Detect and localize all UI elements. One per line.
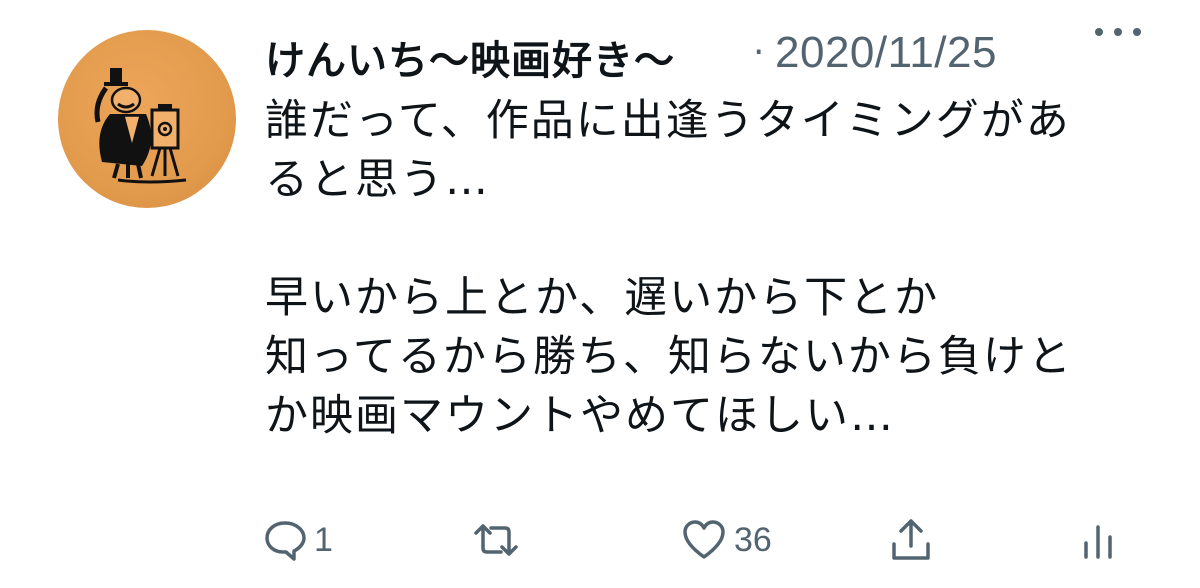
separator-dot: · (753, 32, 765, 73)
avatar[interactable] (58, 30, 236, 208)
like-button[interactable]: 36 (680, 512, 772, 568)
timestamp[interactable]: 2020/11/25 (775, 28, 997, 78)
analytics-icon (1080, 517, 1116, 563)
more-button[interactable] (1095, 20, 1141, 44)
reply-button[interactable]: 1 (262, 512, 333, 568)
tweet-actions: 1 36 (0, 512, 1200, 568)
reply-count: 1 (314, 520, 333, 559)
share-button[interactable] (888, 512, 934, 568)
like-count: 36 (734, 520, 772, 559)
retweet-button[interactable] (470, 512, 528, 568)
tweet-text: 誰だって、作品に出逢うタイミングがあ ると思う… 早いから上とか、遅いから下とか… (265, 96, 1073, 441)
more-icon-dot (1133, 28, 1141, 36)
share-icon (888, 516, 934, 564)
reply-icon (262, 517, 308, 563)
avatar-illustration (94, 68, 187, 184)
more-icon (1095, 28, 1103, 36)
tweet-header: けんいち〜映画好き〜 · 2020/11/25 (265, 26, 1165, 86)
retweet-icon (470, 517, 522, 563)
more-icon-dot (1114, 28, 1122, 36)
analytics-button[interactable] (1080, 512, 1116, 568)
tweet[interactable]: けんいち〜映画好き〜 · 2020/11/25 誰だって、作品に出逢うタイミング… (0, 0, 1200, 588)
heart-icon (680, 517, 728, 563)
display-name[interactable]: けんいち〜映画好き〜 (265, 28, 675, 86)
